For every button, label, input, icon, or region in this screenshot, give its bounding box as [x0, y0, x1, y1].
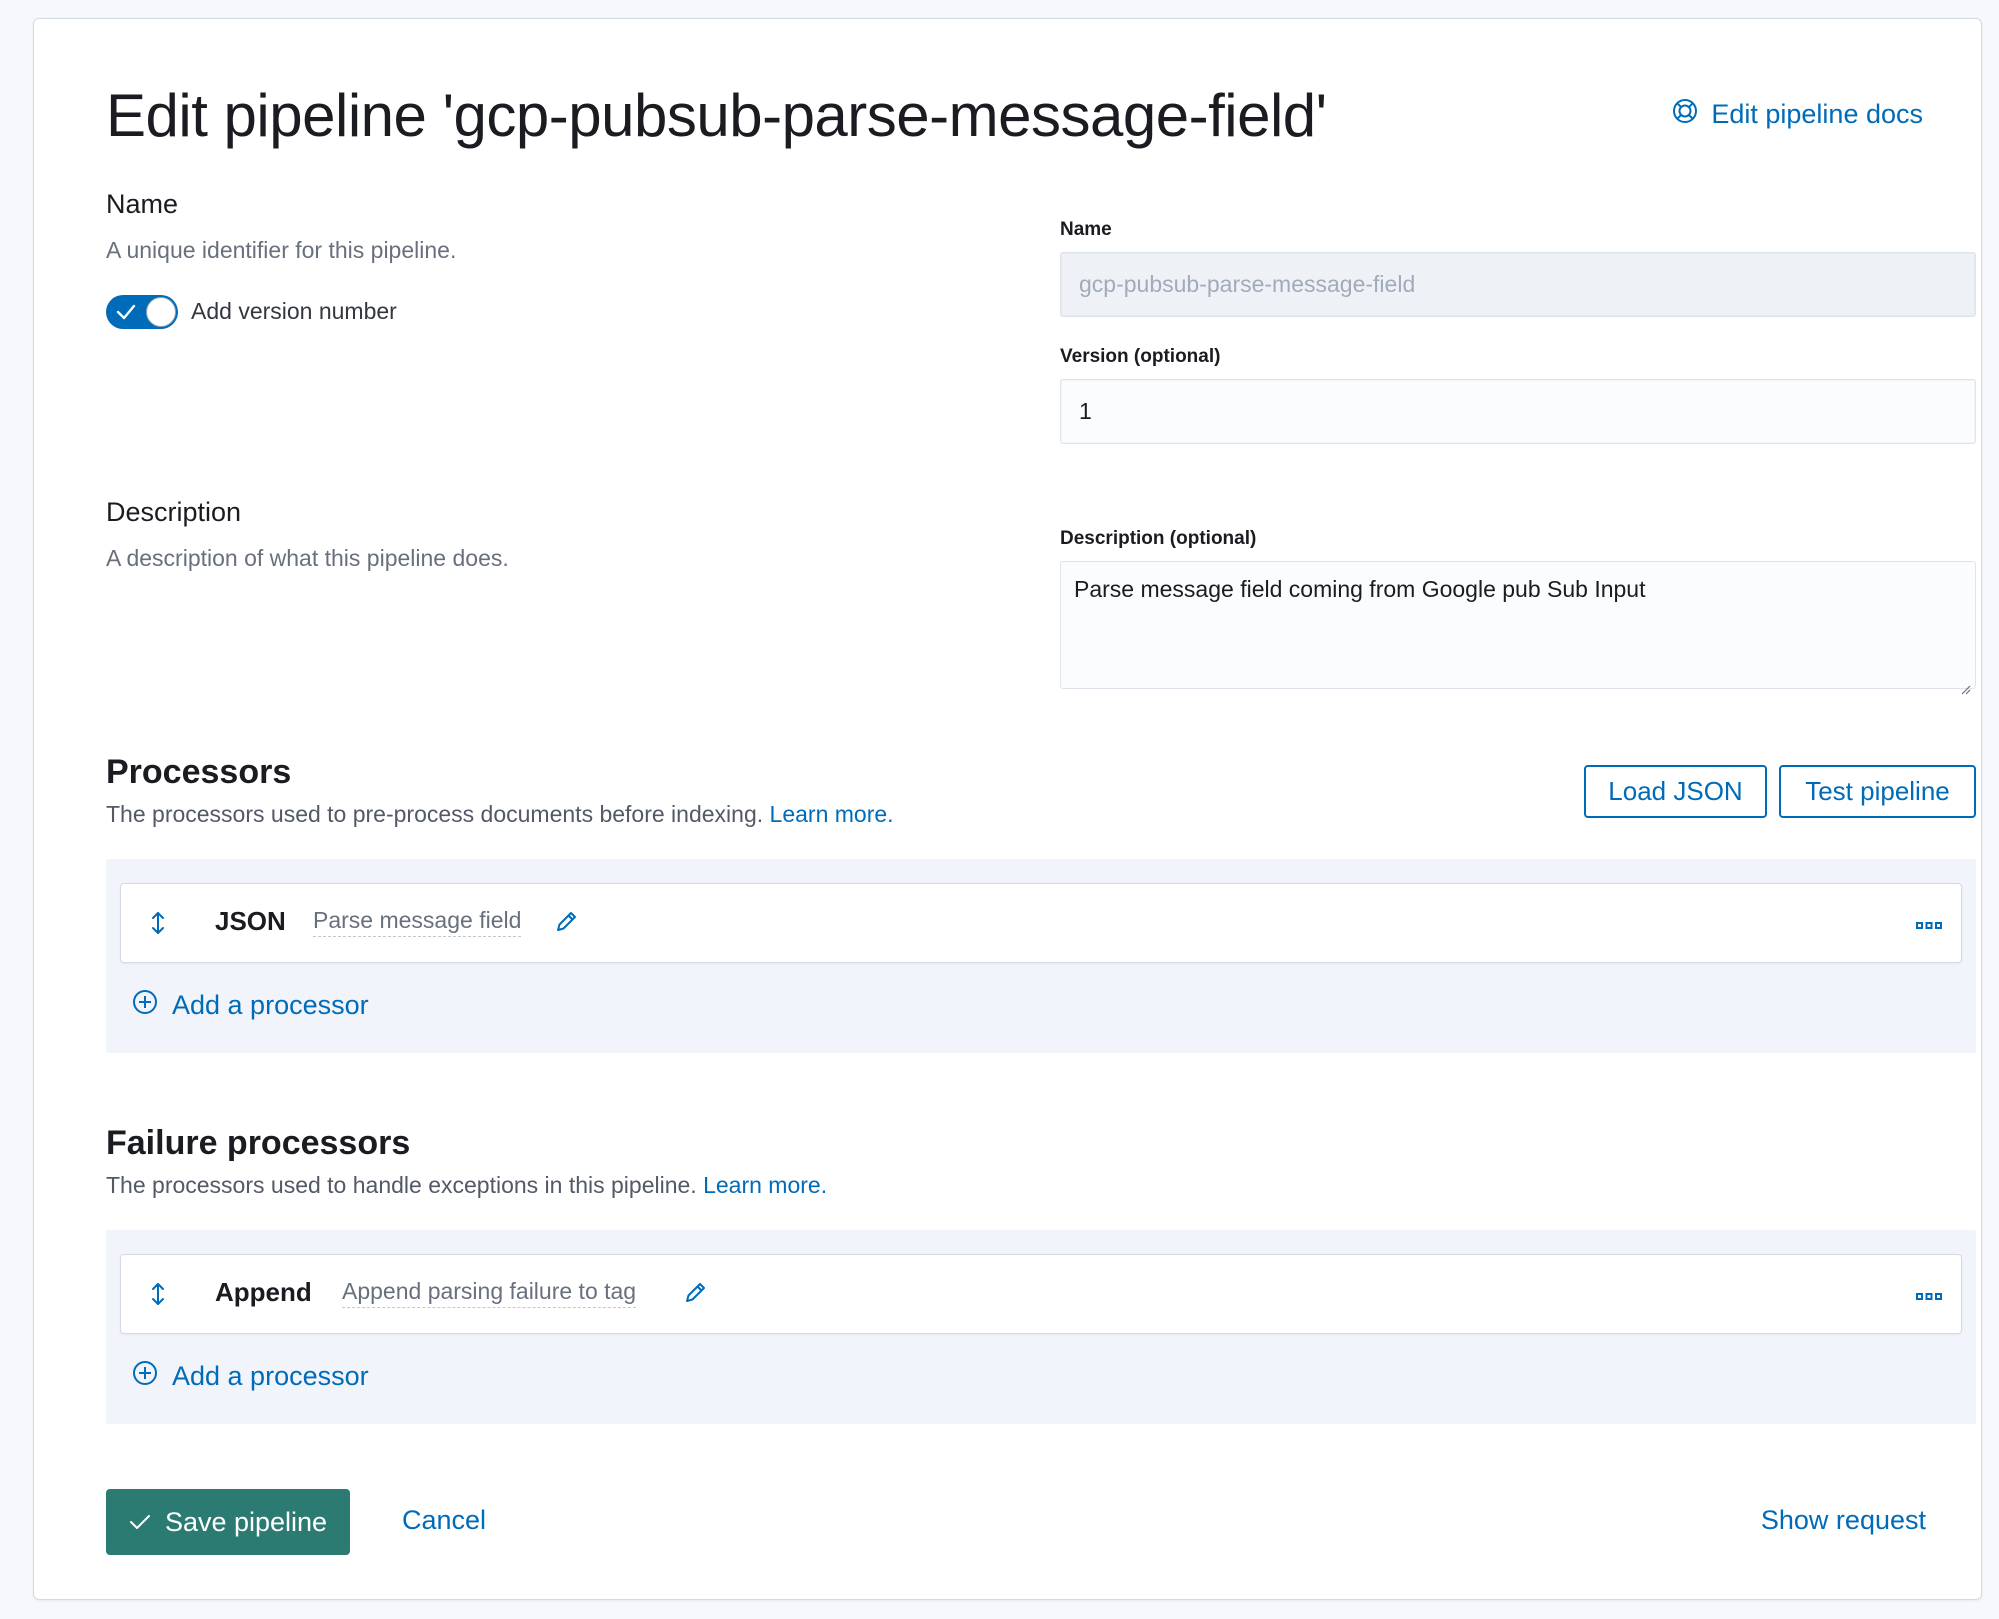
description-section-heading: Description	[106, 497, 242, 527]
description-textarea[interactable]: Parse message field coming from Google p…	[1060, 561, 1976, 695]
edit-pencil-icon[interactable]	[553, 909, 579, 940]
resize-grip-icon[interactable]	[1961, 674, 1971, 695]
processors-list: JSON Parse message field Add a processor	[106, 859, 1976, 1053]
version-input-value: 1	[1079, 398, 1092, 424]
description-section-description: A description of what this pipeline does…	[106, 545, 509, 571]
failure-processors-heading: Failure processors	[106, 1124, 411, 1162]
save-pipeline-button[interactable]: Save pipeline	[106, 1489, 350, 1555]
edit-pencil-icon[interactable]	[682, 1280, 708, 1311]
more-actions-icon[interactable]	[1915, 918, 1943, 936]
add-failure-processor-button[interactable]: Add a processor	[132, 1360, 369, 1393]
name-field-label: Name	[1060, 219, 1112, 240]
failure-processors-list: Append Append parsing failure to tag Add…	[106, 1230, 1976, 1424]
toggle-knob	[146, 297, 176, 327]
version-input[interactable]: 1	[1060, 379, 1976, 444]
help-lifebuoy-icon	[1671, 97, 1699, 132]
edit-pipeline-panel: Edit pipeline 'gcp-pubsub-parse-message-…	[33, 18, 1982, 1600]
add-processor-button[interactable]: Add a processor	[132, 989, 369, 1022]
check-icon	[116, 303, 136, 326]
save-pipeline-label: Save pipeline	[164, 1506, 328, 1537]
more-actions-icon[interactable]	[1915, 1289, 1943, 1307]
failure-processor-item: Append Append parsing failure to tag	[120, 1254, 1962, 1334]
processor-description[interactable]: Parse message field	[313, 907, 522, 937]
edit-pipeline-docs-link[interactable]: Edit pipeline docs	[1671, 97, 1923, 132]
add-version-label: Add version number	[191, 298, 397, 324]
name-input[interactable]: gcp-pubsub-parse-message-field	[1060, 252, 1976, 317]
version-field-label: Version (optional)	[1060, 346, 1221, 367]
processors-heading: Processors	[106, 753, 292, 791]
failure-processors-learn-more-link[interactable]: Learn more.	[703, 1172, 827, 1198]
load-json-label: Load JSON	[1608, 776, 1743, 806]
load-json-button[interactable]: Load JSON	[1584, 765, 1767, 818]
check-icon	[129, 1507, 151, 1538]
test-pipeline-button[interactable]: Test pipeline	[1779, 765, 1976, 818]
add-version-toggle[interactable]	[106, 295, 178, 329]
name-section-heading: Name	[106, 189, 179, 219]
description-field-label: Description (optional)	[1060, 528, 1257, 549]
processors-description-line: The processors used to pre-process docum…	[106, 801, 894, 828]
failure-processor-type: Append	[215, 1277, 312, 1307]
description-textarea-value: Parse message field coming from Google p…	[1074, 576, 1646, 602]
name-section-description: A unique identifier for this pipeline.	[106, 237, 457, 263]
failure-processor-description[interactable]: Append parsing failure to tag	[342, 1278, 637, 1308]
processor-item: JSON Parse message field	[120, 883, 1962, 963]
test-pipeline-label: Test pipeline	[1805, 776, 1950, 806]
docs-link-label: Edit pipeline docs	[1711, 99, 1923, 129]
processors-learn-more-link[interactable]: Learn more.	[770, 801, 894, 827]
cancel-button[interactable]: Cancel	[402, 1505, 486, 1536]
add-processor-label: Add a processor	[172, 990, 369, 1020]
drag-handle-icon[interactable]	[149, 910, 167, 941]
plus-in-circle-icon	[132, 1360, 158, 1393]
name-input-value: gcp-pubsub-parse-message-field	[1079, 271, 1416, 297]
add-failure-processor-label: Add a processor	[172, 1361, 369, 1391]
drag-handle-icon[interactable]	[149, 1281, 167, 1312]
failure-processors-description: The processors used to handle exceptions…	[106, 1172, 697, 1198]
show-request-button[interactable]: Show request	[1761, 1505, 1926, 1536]
processors-description: The processors used to pre-process docum…	[106, 801, 764, 827]
processor-type: JSON	[215, 906, 286, 936]
page-title: Edit pipeline 'gcp-pubsub-parse-message-…	[106, 82, 1327, 149]
failure-processors-description-line: The processors used to handle exceptions…	[106, 1172, 827, 1199]
plus-in-circle-icon	[132, 989, 158, 1022]
